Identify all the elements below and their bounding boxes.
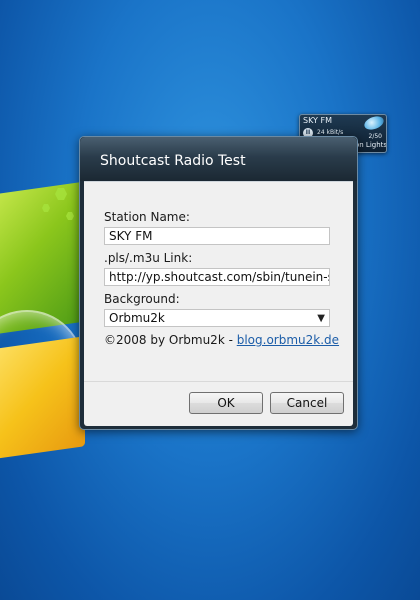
satellite-dish-icon [362,115,386,133]
dialog-footer: OK Cancel [84,381,353,426]
station-name-field[interactable]: SKY FM [104,227,330,245]
station-name-label: Station Name: [104,210,190,224]
background-label: Background: [104,292,180,306]
blog-link[interactable]: blog.orbmu2k.de [237,333,339,347]
copyright-line: ©2008 by Orbmu2k - blog.orbmu2k.de [104,333,339,347]
ok-button[interactable]: OK [189,392,263,414]
playlist-link-label: .pls/.m3u Link: [104,251,193,265]
dialog-titlebar[interactable]: Shoutcast Radio Test [80,137,357,181]
dialog-body: Station Name: SKY FM .pls/.m3u Link: htt… [84,181,353,382]
settings-dialog: Shoutcast Radio Test Station Name: SKY F… [79,136,358,430]
copyright-text: ©2008 by Orbmu2k - [104,333,237,347]
gadget-counter: 2/50 [368,133,382,140]
playlist-link-field[interactable]: http://yp.shoutcast.com/sbin/tunein-sta [104,268,330,286]
dialog-title: Shoutcast Radio Test [100,153,246,169]
cancel-button[interactable]: Cancel [270,392,344,414]
background-select[interactable]: Orbmu2k ▼ [104,309,330,327]
logo-yellow-pane [0,336,85,460]
gadget-bitrate: 24 kBit/s [317,129,344,136]
background-select-value: Orbmu2k [109,311,165,325]
gadget-station-name: SKY FM [303,116,332,125]
dropdown-arrow-icon[interactable]: ▼ [317,310,325,326]
